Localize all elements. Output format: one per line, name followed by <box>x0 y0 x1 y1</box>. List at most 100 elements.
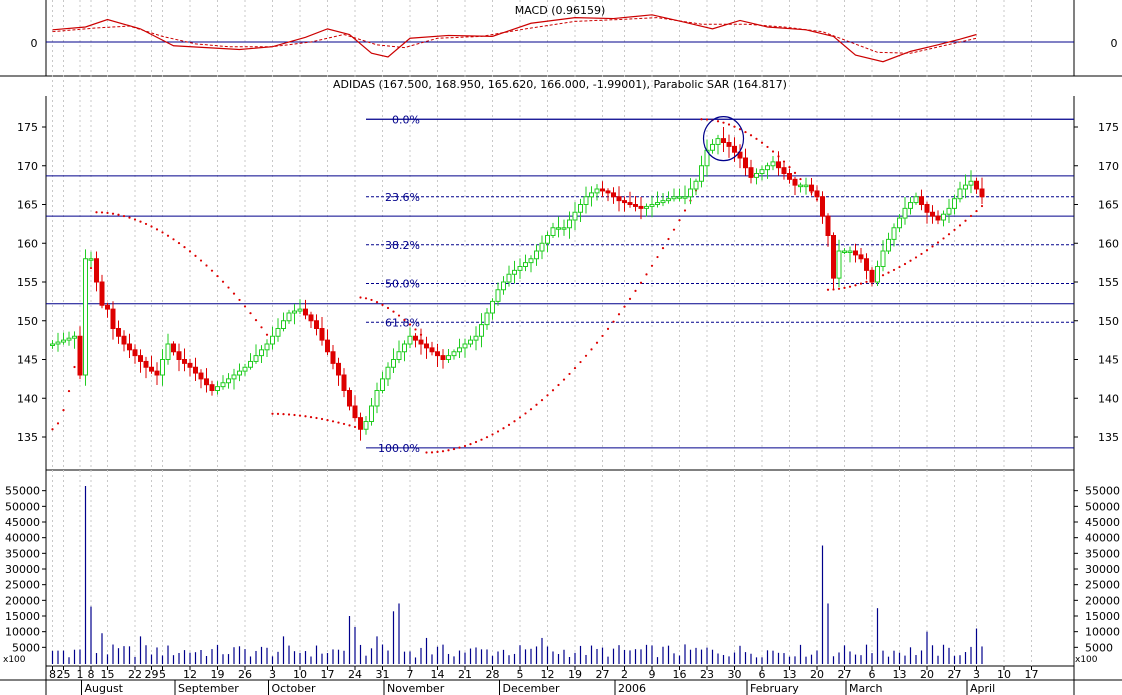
sar-dot <box>612 320 615 323</box>
candle <box>165 333 171 365</box>
date-tick-label: 29 <box>145 668 159 681</box>
sar-dot <box>925 249 929 252</box>
candle <box>154 362 160 385</box>
candle-body <box>919 196 924 205</box>
candle <box>897 214 902 233</box>
sar-dot <box>947 233 951 236</box>
volume-tick-label-left: 25000 <box>5 579 40 592</box>
candle-body <box>666 198 671 202</box>
sar-dot <box>678 219 681 222</box>
candle-body <box>616 196 622 202</box>
candle <box>979 177 985 204</box>
candle <box>803 177 809 195</box>
candle <box>231 368 237 390</box>
sar-dot <box>634 289 637 293</box>
candle-body <box>869 269 875 283</box>
candle-body <box>495 289 501 302</box>
date-tick-label: 12 <box>541 668 555 681</box>
sar-dot <box>661 247 665 250</box>
price-horizontal-lines <box>46 118 1074 305</box>
candle-body <box>473 335 479 341</box>
candle-body <box>336 362 341 376</box>
sar-dot <box>799 177 802 181</box>
parabolic-sar <box>51 118 984 454</box>
candle <box>919 189 924 211</box>
sar-dot <box>551 389 555 392</box>
sar-dot <box>601 334 604 338</box>
candle-body <box>231 374 237 380</box>
sar-dot <box>573 366 577 370</box>
candle <box>396 340 402 364</box>
sar-dot <box>826 288 830 291</box>
candle-body <box>957 188 963 200</box>
candle-body <box>528 258 534 264</box>
candle <box>666 191 671 204</box>
candle-body <box>836 250 842 279</box>
price-tick-label-right: 175 <box>1098 121 1119 134</box>
date-tick-label: 15 <box>101 668 115 681</box>
candle-body <box>193 366 198 374</box>
sar-dot <box>980 204 984 208</box>
volume-bars <box>51 485 983 664</box>
candle-body <box>176 351 182 360</box>
volume-tick-label-right: 25000 <box>1085 579 1120 592</box>
candle-body <box>99 281 105 306</box>
candle <box>688 178 693 205</box>
candle-body <box>116 328 121 337</box>
candle <box>649 195 655 218</box>
candle <box>132 344 138 364</box>
candle-body <box>677 196 682 199</box>
candle <box>352 395 358 422</box>
sar-dot <box>342 422 346 426</box>
month-label: 2006 <box>618 682 646 695</box>
date-tick-label: 10 <box>997 668 1011 681</box>
date-tick-label: 21 <box>458 668 472 681</box>
candle <box>198 369 204 389</box>
sar-dot <box>546 394 549 397</box>
candle-body <box>875 266 880 283</box>
sar-dot <box>969 214 973 218</box>
candle <box>704 139 710 177</box>
candle-body <box>413 335 418 341</box>
candle <box>242 363 248 377</box>
macd-line <box>52 14 977 63</box>
sar-dot <box>524 412 527 415</box>
candle-body <box>407 335 413 345</box>
candle-body <box>633 204 638 207</box>
candle <box>748 159 754 184</box>
stock-chart: MACD (0.96159) 0 0 ADIDAS (167.500, 168.… <box>0 0 1122 695</box>
sar-dot <box>106 211 109 215</box>
sar-dot <box>716 120 720 123</box>
candle-body <box>842 250 847 253</box>
candle <box>600 181 605 197</box>
candle <box>715 134 721 155</box>
candle-body <box>743 157 748 169</box>
candle <box>209 380 215 396</box>
candle-body <box>693 180 699 190</box>
candle-body <box>138 355 143 362</box>
candle <box>193 357 198 381</box>
volume-tick-label-left: 5000 <box>12 641 40 654</box>
date-tick-label: 24 <box>348 668 362 681</box>
price-tick-label-right: 160 <box>1098 237 1119 250</box>
candle <box>798 182 803 193</box>
volume-tick-label-right: 30000 <box>1085 563 1120 576</box>
candle <box>303 299 308 320</box>
candle <box>336 357 341 386</box>
candle <box>457 338 462 358</box>
sar-dot <box>540 399 544 402</box>
candle-body <box>77 335 83 376</box>
sar-dot <box>898 265 901 269</box>
candle-body <box>605 190 611 194</box>
candle <box>259 345 264 364</box>
candle <box>605 188 611 202</box>
candle <box>94 251 99 292</box>
candle <box>627 191 633 208</box>
sar-dot <box>557 383 560 387</box>
candle-body <box>787 173 792 180</box>
price-tick-label-right: 135 <box>1098 431 1119 444</box>
candle-body <box>578 204 583 213</box>
candle-body <box>435 351 440 357</box>
candle-body <box>572 211 578 221</box>
month-label: February <box>750 682 799 695</box>
